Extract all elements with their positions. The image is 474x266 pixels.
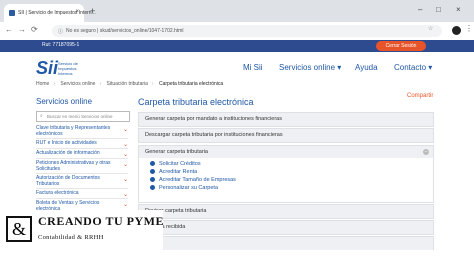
ampersand-logo: & — [6, 216, 32, 242]
profile-avatar[interactable] — [452, 26, 461, 35]
breadcrumb-servicios[interactable]: Servicios online — [60, 81, 95, 87]
watermark-title: CREANDO TU PYME — [38, 214, 164, 228]
link-label: Acreditar Tamaño de Empresas — [159, 177, 236, 183]
accordion-item[interactable] — [138, 236, 434, 251]
sii-logo-text: Servicio de Impuestos Internos — [58, 61, 78, 76]
sii-logo[interactable]: Sii — [36, 59, 58, 77]
maximize-button[interactable]: □ — [436, 5, 441, 14]
page-title: Carpeta tributaria electrónica — [138, 97, 254, 107]
chevron-down-icon: ⌄ — [122, 177, 128, 183]
bullet-icon — [150, 185, 155, 191]
chevron-down-icon: ⌄ — [122, 152, 128, 158]
tab-title: SII | Servicio de Impuestos Intern... — [18, 10, 96, 16]
browser-tab-bar: SII | Servicio de Impuestos Intern... × … — [0, 0, 474, 22]
sidebar-item-autorizacion[interactable]: Autorización de Documentos Tributarios ⌄ — [36, 175, 128, 189]
link-solicitar-creditos[interactable]: Solicitar Créditos — [150, 161, 201, 167]
accordion-revisar[interactable]: Revisar carpeta tributaria — [138, 204, 434, 219]
forward-arrow-icon[interactable]: → — [18, 25, 26, 34]
accordion-label: Generar carpeta tributaria — [145, 149, 208, 155]
share-link[interactable]: Compartir — [407, 93, 433, 99]
chevron-down-icon: ⌄ — [122, 142, 128, 148]
link-label: Acreditar Renta — [159, 169, 198, 175]
search-placeholder: Buscar en menú Servicios online — [47, 114, 113, 119]
sidebar-item-label: Actualización de información — [36, 150, 100, 156]
menu-servicios-online[interactable]: Servicios online ▾ — [279, 63, 341, 72]
sidebar-item-label: Clave tributaria y Representantes electr… — [36, 125, 111, 137]
sidebar-item-factura[interactable]: Factura electrónica ⌄ — [36, 190, 128, 199]
sidebar-item-label: Peticiones Administrativas y otras Solic… — [36, 160, 111, 172]
link-personalizar[interactable]: Personalizar su Carpeta — [150, 185, 218, 191]
session-bar: Rut: 77187095-1 Cerrar Sesión — [0, 40, 474, 52]
info-icon[interactable]: ⓘ — [58, 28, 63, 35]
logout-button[interactable]: Cerrar Sesión — [376, 41, 426, 51]
browser-menu-icon[interactable]: ⋮ — [465, 24, 473, 33]
sidebar-search-input[interactable]: ⌕ Buscar en menú Servicios online — [36, 111, 130, 122]
sidebar-item-peticiones[interactable]: Peticiones Administrativas y otras Solic… — [36, 160, 128, 174]
sidebar-item-rut[interactable]: RUT e Inicio de actividades ⌄ — [36, 140, 128, 149]
menu-ayuda[interactable]: Ayuda — [355, 63, 378, 72]
menu-mi-sii[interactable]: Mi Sii — [243, 63, 263, 72]
reload-icon[interactable]: ⟳ — [31, 25, 38, 34]
link-acreditar-tamano[interactable]: Acreditar Tamaño de Empresas — [150, 177, 236, 183]
breadcrumb-separator: › — [99, 81, 102, 87]
accordion-mandato[interactable]: Generar carpeta por mandato a institucio… — [138, 112, 434, 127]
bookmark-star-icon[interactable]: ☆ — [428, 25, 433, 32]
accordion-label: Generar carpeta por mandato a institucio… — [145, 116, 282, 122]
url-text: No es seguro | skud/servicios_online/104… — [66, 28, 184, 34]
breadcrumb-current: Carpeta tributaria electrónica — [158, 81, 224, 87]
address-bar-row: ← → ⟳ ⓘ No es seguro | skud/servicios_on… — [0, 22, 474, 41]
link-acreditar-renta[interactable]: Acreditar Renta — [150, 169, 197, 175]
back-arrow-icon[interactable]: ← — [5, 25, 13, 34]
sidebar-item-actualizacion[interactable]: Actualización de información ⌄ — [36, 150, 128, 159]
accordion-recibida[interactable]: Carpeta recibida — [138, 220, 434, 235]
brand-watermark: & CREANDO TU PYME Contabilidad & RRHH — [0, 210, 163, 250]
url-path: skud/servicios_online/1047-1702.html — [99, 28, 184, 34]
bullet-icon — [150, 177, 155, 183]
sidebar-item-label: Factura electrónica — [36, 190, 79, 196]
url-input[interactable]: ⓘ No es seguro | skud/servicios_online/1… — [52, 25, 442, 37]
minimize-button[interactable]: – — [418, 5, 422, 14]
accordion-descargar[interactable]: Descargar carpeta tributaria por institu… — [138, 128, 434, 143]
sidebar-item-label: Autorización de Documentos Tributarios — [36, 175, 100, 187]
breadcrumb: Home › Servicios online › Situación tribut… — [36, 81, 227, 87]
link-label: Personalizar su Carpeta — [159, 185, 219, 191]
close-window-button[interactable]: × — [456, 5, 461, 14]
tab-close-icon[interactable]: × — [75, 9, 79, 15]
chevron-down-icon: ⌄ — [122, 202, 128, 208]
chevron-down-icon: ⌄ — [122, 127, 128, 133]
link-label: Solicitar Créditos — [159, 161, 201, 167]
bullet-icon — [150, 169, 155, 175]
rut-label: Rut: 77187095-1 — [42, 42, 80, 48]
accordion-label: Descargar carpeta tributaria por institu… — [145, 132, 283, 138]
watermark-subtitle: Contabilidad & RRHH — [38, 234, 104, 241]
sidebar-item-clave[interactable]: Clave tributaria y Representantes electr… — [36, 125, 128, 139]
breadcrumb-separator: › — [151, 81, 154, 87]
sidebar-item-label: RUT e Inicio de actividades — [36, 140, 97, 146]
breadcrumb-home[interactable]: Home — [36, 81, 49, 87]
breadcrumb-situacion[interactable]: Situación tributaria — [107, 81, 148, 87]
site-header: Sii Servicio de Impuestos Internos Mi Si… — [0, 52, 474, 80]
bullet-icon — [150, 161, 155, 167]
logo-line: Internos — [58, 71, 73, 76]
chevron-down-icon: ⌄ — [122, 162, 128, 168]
breadcrumb-separator: › — [53, 81, 56, 87]
bottom-strip — [0, 250, 474, 266]
browser-tab[interactable]: SII | Servicio de Impuestos Intern... × — [4, 4, 96, 22]
menu-contacto[interactable]: Contacto ▾ — [394, 63, 432, 72]
search-icon: ⌕ — [40, 113, 43, 119]
sidebar-title: Servicios online — [36, 97, 93, 106]
new-tab-button[interactable]: + — [90, 6, 95, 16]
collapse-icon[interactable]: – — [423, 149, 429, 155]
sii-favicon-icon — [9, 10, 15, 16]
security-label: No es seguro — [66, 28, 96, 34]
chevron-down-icon: ⌄ — [122, 192, 128, 198]
